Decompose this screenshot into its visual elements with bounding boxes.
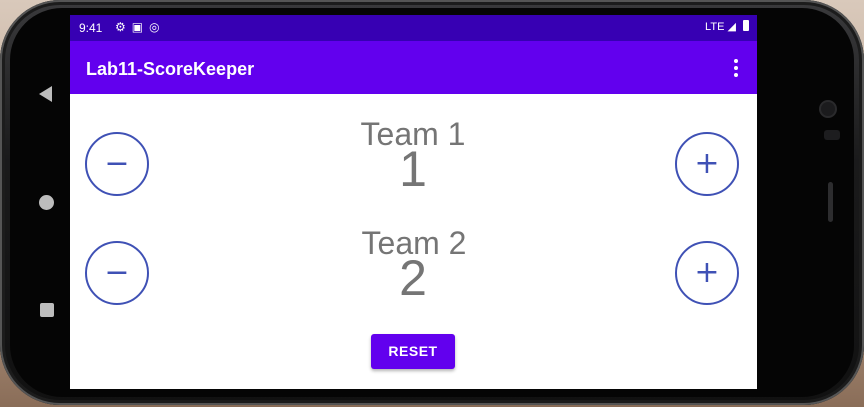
status-bar: 9:41 ⚙▣◎ LTE ◢ (70, 15, 757, 41)
team1-minus-button[interactable]: − (85, 132, 149, 196)
team2-minus-button[interactable]: − (85, 241, 149, 305)
battery-icon (743, 20, 749, 31)
sync-icon: ◎ (149, 20, 166, 34)
a-icon: ▣ (131, 20, 150, 34)
team2-score: 2 (399, 250, 427, 306)
side-button (828, 182, 833, 222)
network-label: LTE (705, 21, 725, 33)
reset-button[interactable]: RESET (371, 334, 455, 369)
status-time: 9:41 (79, 21, 103, 35)
app-title: Lab11-ScoreKeeper (86, 59, 255, 79)
signal-icon: ◢ (727, 21, 736, 33)
app-screen: 9:41 ⚙▣◎ LTE ◢ Lab11-ScoreKeeper − Team … (70, 15, 757, 389)
home-icon[interactable] (39, 195, 54, 210)
status-icons: ⚙▣◎ (115, 20, 166, 34)
sensor (824, 130, 840, 140)
team1-score: 1 (399, 141, 427, 197)
front-camera (821, 102, 835, 116)
settings-icon: ⚙ (115, 20, 132, 34)
recents-icon[interactable] (40, 303, 54, 317)
overflow-menu-icon[interactable] (730, 59, 742, 77)
team1-plus-button[interactable]: + (675, 132, 739, 196)
app-bar: Lab11-ScoreKeeper (70, 41, 757, 94)
team2-plus-button[interactable]: + (675, 241, 739, 305)
back-icon[interactable] (39, 86, 52, 102)
status-right: LTE ◢ (705, 20, 749, 33)
phone-frame: 9:41 ⚙▣◎ LTE ◢ Lab11-ScoreKeeper − Team … (0, 0, 864, 405)
